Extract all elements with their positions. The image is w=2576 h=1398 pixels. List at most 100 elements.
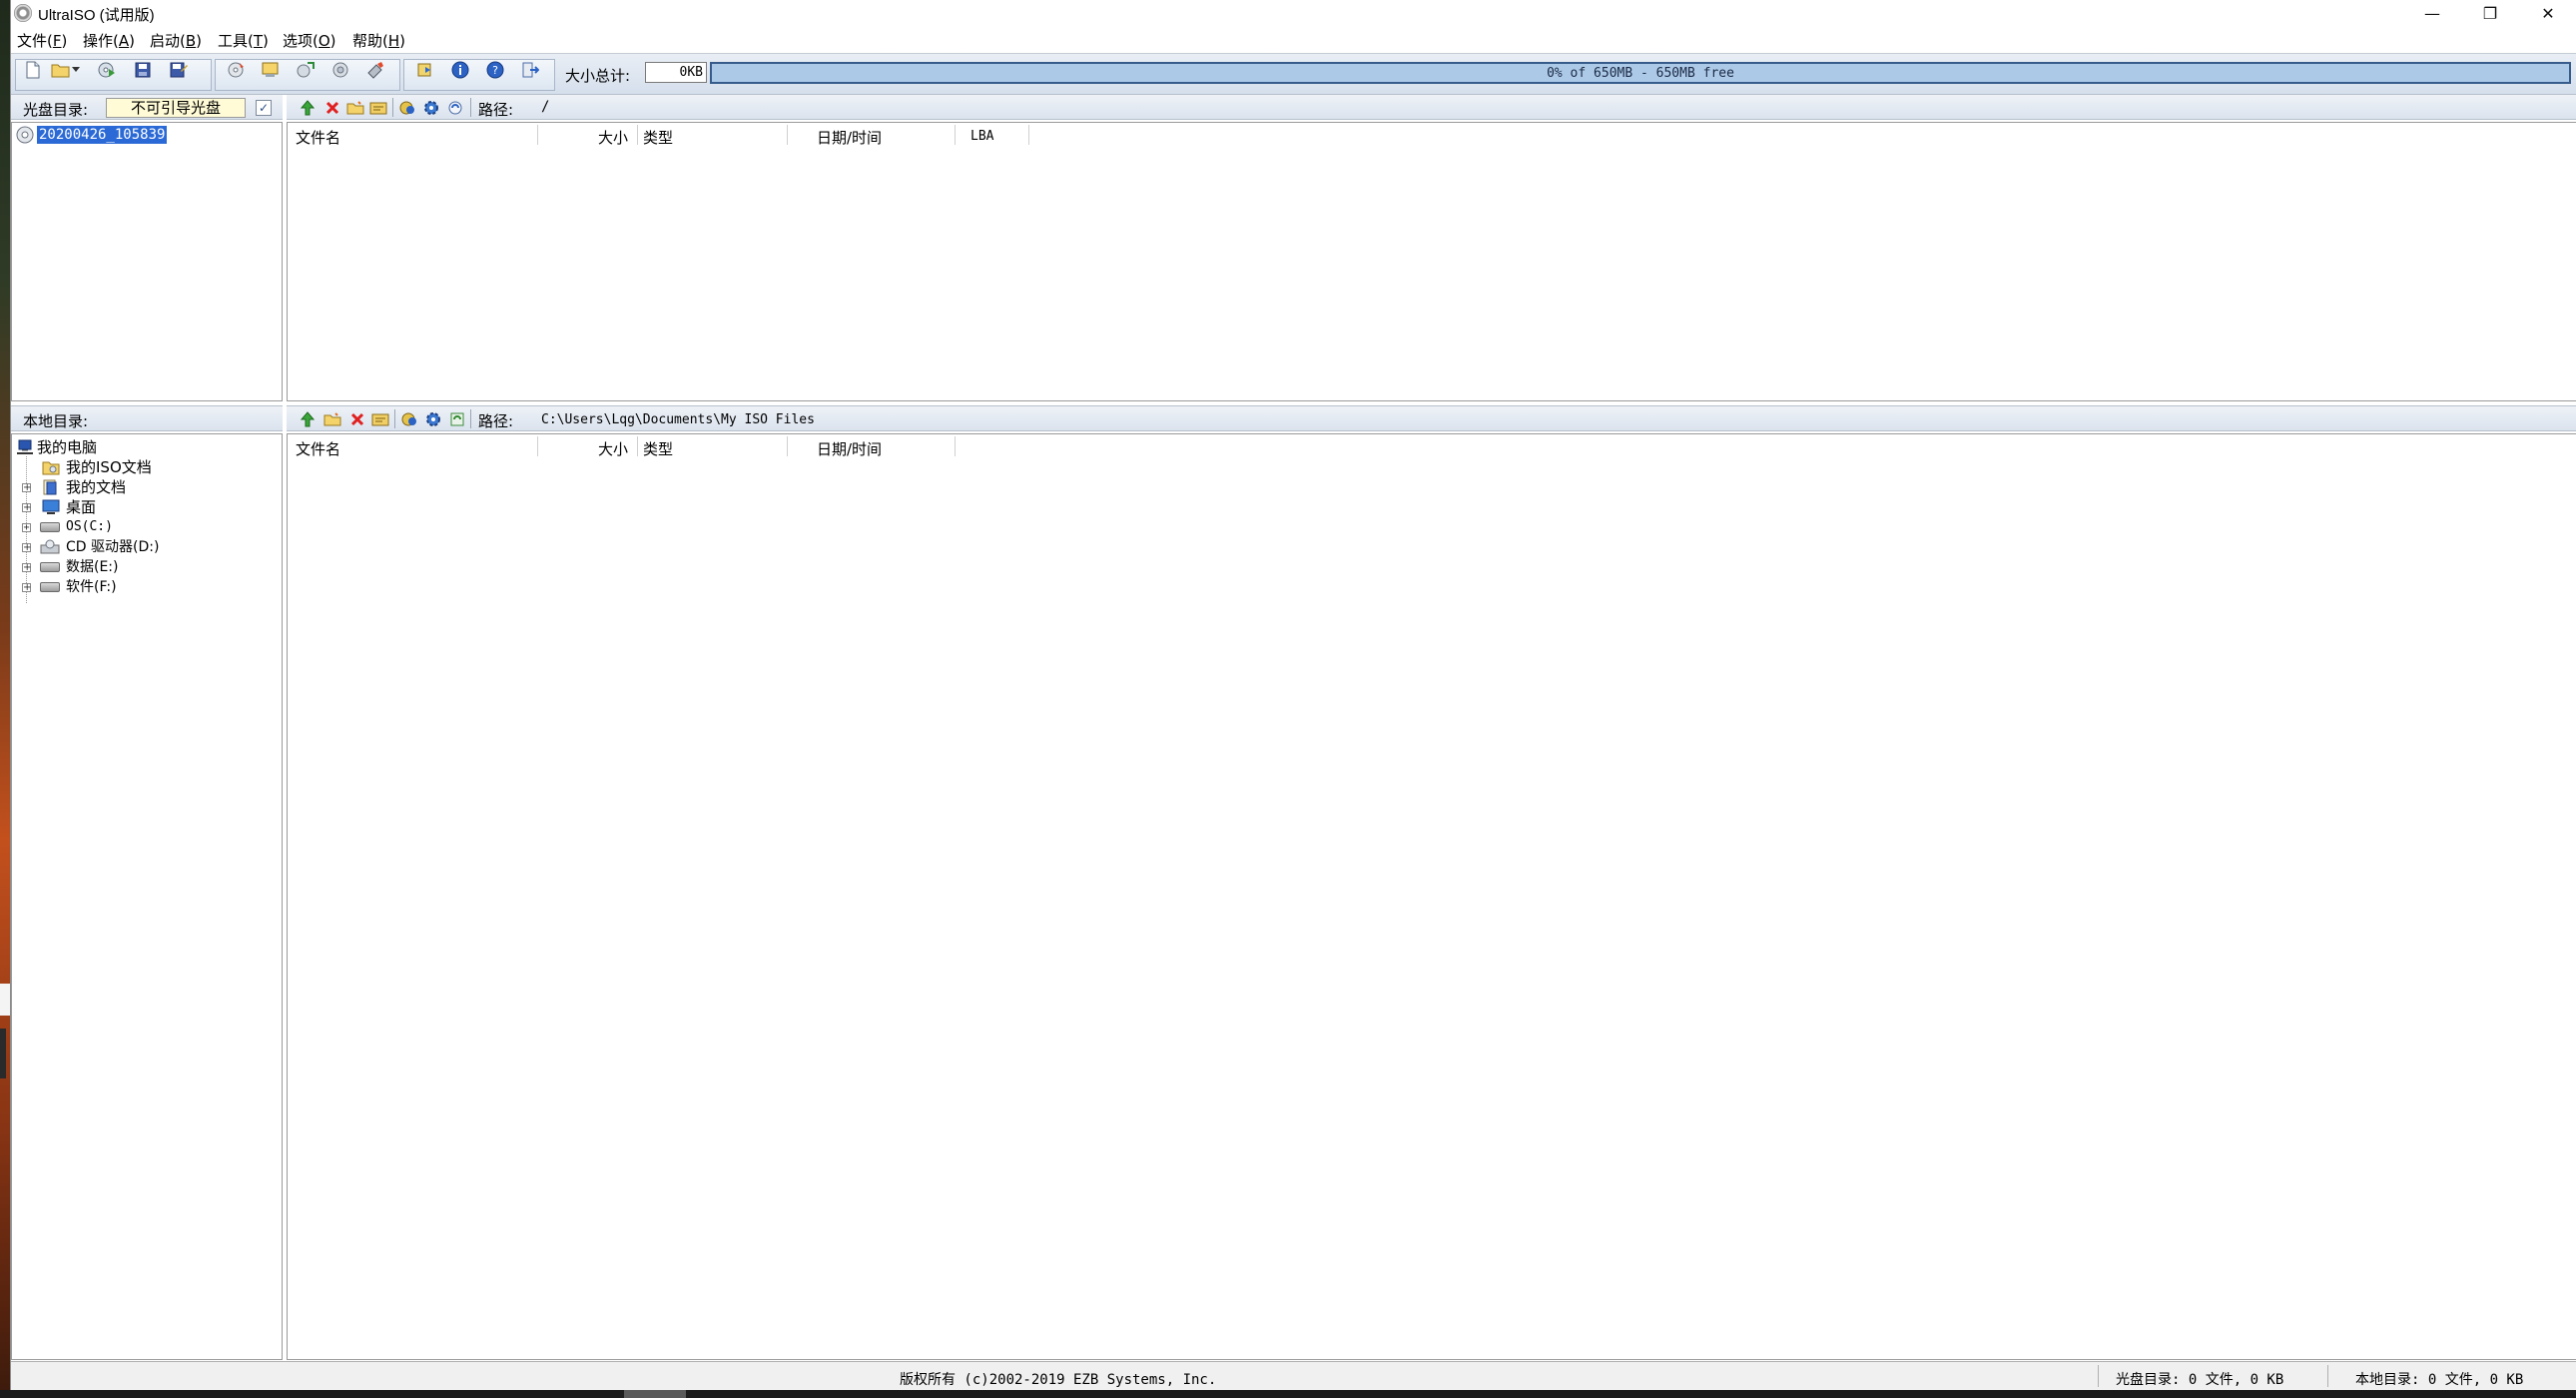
- new-folder-icon[interactable]: [346, 99, 364, 116]
- column-date[interactable]: 日期/时间: [817, 127, 882, 148]
- tree-label: 桌面: [66, 498, 97, 516]
- column-divider[interactable]: [637, 436, 638, 456]
- column-divider[interactable]: [955, 436, 956, 456]
- disc-open-icon[interactable]: [97, 61, 117, 79]
- column-size[interactable]: 大小: [598, 127, 628, 148]
- new-icon[interactable]: [23, 61, 43, 79]
- size-total-label: 大小总计:: [565, 67, 631, 85]
- desktop-icon: [42, 499, 60, 515]
- iso-folder-icon: [42, 459, 60, 475]
- column-type[interactable]: 类型: [643, 438, 673, 459]
- hard-drive-icon: [40, 522, 60, 532]
- column-divider[interactable]: [787, 125, 788, 145]
- extract-icon[interactable]: [296, 61, 316, 79]
- rename-icon[interactable]: [371, 410, 389, 427]
- tree-label: CD 驱动器(D:): [66, 539, 160, 555]
- toolbar-separator: [392, 98, 393, 117]
- mount-icon[interactable]: [330, 61, 350, 79]
- refresh-icon[interactable]: [448, 410, 466, 427]
- disc-file-toolbar: 路径: /: [287, 94, 2576, 120]
- column-divider[interactable]: [955, 125, 956, 145]
- rename-icon[interactable]: [369, 99, 387, 116]
- local-summary: 本地目录: 0 文件, 0 KB: [2355, 1372, 2524, 1388]
- expand-toggle[interactable]: +: [22, 583, 31, 593]
- delete-icon[interactable]: [323, 99, 341, 116]
- properties-icon[interactable]: [450, 61, 470, 79]
- disc-root-node[interactable]: 20200426_105839: [37, 126, 168, 144]
- disc-root-icon: [16, 126, 34, 144]
- column-divider[interactable]: [1028, 125, 1029, 145]
- app-disc-icon: [14, 4, 32, 22]
- menu-bootable[interactable]: 启动(B): [150, 30, 202, 51]
- settings-gear-icon[interactable]: [422, 99, 440, 116]
- add-files-icon[interactable]: [400, 410, 418, 427]
- app-window: UltraISO (试用版) — ❐ ✕ 文件(F) 操作(A) 启动(B) 工…: [10, 0, 2576, 1391]
- local-path-value[interactable]: C:\Users\Lqg\Documents\My ISO Files: [541, 412, 815, 427]
- hard-drive-icon: [40, 582, 60, 592]
- copyright-text: 版权所有 (c)2002-2019 EZB Systems, Inc.: [900, 1372, 1217, 1388]
- up-folder-icon[interactable]: [299, 99, 317, 116]
- delete-icon[interactable]: [348, 410, 366, 427]
- column-divider[interactable]: [537, 436, 538, 456]
- open-icon[interactable]: [51, 61, 71, 79]
- expand-toggle[interactable]: +: [22, 483, 31, 493]
- menu-file[interactable]: 文件(F): [17, 30, 67, 51]
- save-icon[interactable]: [133, 61, 153, 79]
- settings-gear-icon[interactable]: [424, 410, 442, 427]
- tree-label: 我的ISO文档: [66, 458, 152, 476]
- toolbar-separator: [394, 409, 395, 428]
- disc-path-value[interactable]: /: [541, 99, 549, 115]
- cd-image-icon[interactable]: [261, 61, 281, 79]
- hard-drive-icon: [40, 562, 60, 572]
- add-files-icon[interactable]: [398, 99, 416, 116]
- burn-icon[interactable]: [226, 61, 246, 79]
- column-lba[interactable]: LBA: [970, 129, 993, 144]
- column-filename[interactable]: 文件名: [296, 127, 340, 148]
- restore-button[interactable]: ❐: [2461, 0, 2519, 27]
- new-folder-icon[interactable]: [323, 410, 341, 427]
- capacity-bar[interactable]: 0% of 650MB - 650MB free: [710, 62, 2571, 84]
- menu-tools[interactable]: 工具(T): [218, 30, 269, 51]
- svg-text:?: ?: [492, 64, 498, 77]
- boot-status-field[interactable]: 不可引导光盘: [106, 98, 246, 118]
- menu-help[interactable]: 帮助(H): [352, 30, 405, 51]
- up-folder-icon[interactable]: [299, 410, 317, 427]
- exit-icon[interactable]: [520, 61, 540, 79]
- boot-check-icon[interactable]: ✓: [256, 100, 272, 116]
- virtual-drive-icon[interactable]: [365, 61, 385, 79]
- local-file-list[interactable]: 文件名 大小 类型 日期/时间: [287, 433, 2576, 1360]
- save-as-icon[interactable]: [169, 61, 189, 79]
- window-title: UltraISO (试用版): [38, 7, 155, 24]
- disc-list-header: 文件名 大小 类型 日期/时间 LBA: [288, 123, 2576, 147]
- compress-icon[interactable]: [415, 61, 435, 79]
- status-separator: [2327, 1365, 2328, 1387]
- computer-icon: [16, 439, 34, 455]
- column-date[interactable]: 日期/时间: [817, 438, 882, 459]
- column-type[interactable]: 类型: [643, 127, 673, 148]
- expand-toggle[interactable]: +: [22, 523, 31, 533]
- disc-tree-pane[interactable]: 20200426_105839: [11, 122, 283, 401]
- menu-action[interactable]: 操作(A): [83, 30, 135, 51]
- expand-toggle[interactable]: +: [22, 563, 31, 573]
- taskbar: [0, 1390, 2576, 1398]
- tree-label: 软件(F:): [66, 579, 117, 595]
- close-button[interactable]: ✕: [2519, 0, 2576, 27]
- help-icon[interactable]: ?: [485, 61, 505, 79]
- column-size[interactable]: 大小: [598, 438, 628, 459]
- column-divider[interactable]: [637, 125, 638, 145]
- column-divider[interactable]: [537, 125, 538, 145]
- local-directory-header: 本地目录:: [11, 405, 283, 431]
- disc-file-list[interactable]: 文件名 大小 类型 日期/时间 LBA: [287, 122, 2576, 401]
- minimize-button[interactable]: —: [2403, 0, 2461, 27]
- column-divider[interactable]: [787, 436, 788, 456]
- main-toolbar: ? 大小总计: 0KB 0% of 650MB - 650MB free: [11, 53, 2576, 95]
- open-dropdown-icon[interactable]: [71, 61, 81, 79]
- expand-toggle[interactable]: +: [22, 503, 31, 513]
- menu-options[interactable]: 选项(O): [283, 30, 336, 51]
- refresh-icon[interactable]: [446, 99, 464, 116]
- column-filename[interactable]: 文件名: [296, 438, 340, 459]
- taskbar-active-app[interactable]: [624, 1390, 686, 1398]
- title-bar[interactable]: UltraISO (试用版) — ❐ ✕: [11, 0, 2576, 27]
- expand-toggle[interactable]: +: [22, 543, 31, 553]
- local-tree-pane[interactable]: 我的电脑 我的ISO文档 + 我的文档 + 桌面 + OS(C:) + CD 驱…: [11, 433, 283, 1360]
